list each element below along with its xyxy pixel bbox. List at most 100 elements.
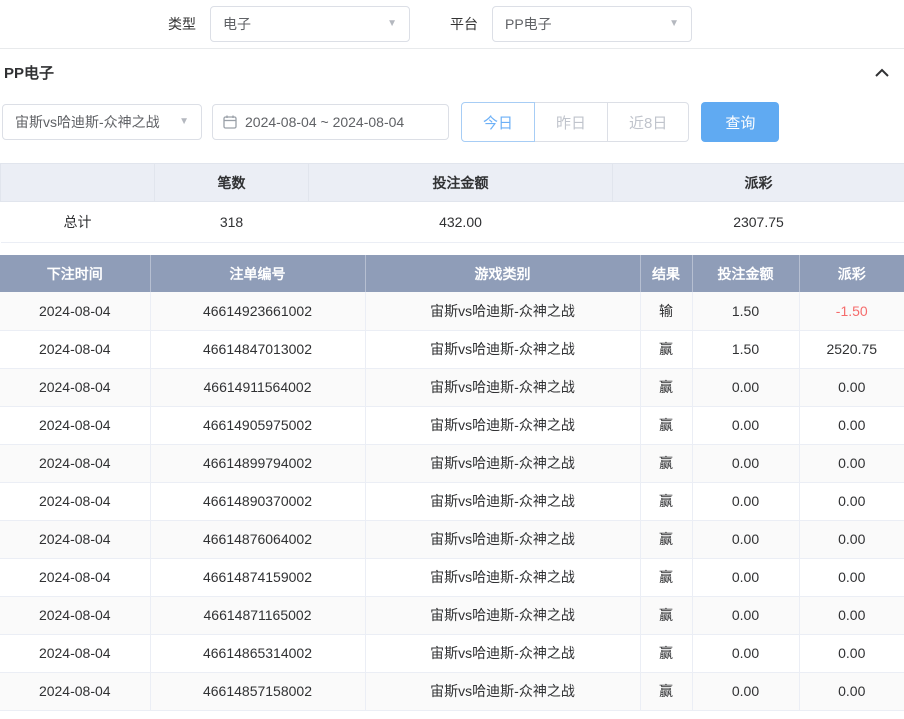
game-name-cell: 宙斯vs哈迪斯-众神之战 — [365, 330, 640, 368]
quick-date-buttons: 今日 昨日 近8日 — [461, 102, 689, 142]
result-cell: 赢 — [640, 520, 692, 558]
game-name-cell: 宙斯vs哈迪斯-众神之战 — [365, 672, 640, 710]
game-name-cell: 宙斯vs哈迪斯-众神之战 — [365, 406, 640, 444]
today-button[interactable]: 今日 — [461, 102, 535, 142]
top-filter-bar: 类型 电子 ▼ 平台 PP电子 ▼ — [0, 0, 904, 49]
date-range-picker[interactable]: 2024-08-04 ~ 2024-08-04 — [212, 104, 449, 140]
bet-time-cell: 2024-08-04 — [0, 634, 150, 672]
game-name-cell: 宙斯vs哈迪斯-众神之战 — [365, 634, 640, 672]
platform-field: 平台 PP电子 ▼ — [450, 6, 692, 42]
result-cell: 赢 — [640, 406, 692, 444]
bet-amount-cell: 0.00 — [692, 558, 799, 596]
header-bet-amount: 投注金额 — [692, 255, 799, 292]
bet-amount-cell: 0.00 — [692, 520, 799, 558]
bet-time-cell: 2024-08-04 — [0, 406, 150, 444]
platform-select[interactable]: PP电子 ▼ — [492, 6, 692, 42]
order-no-cell: 46614876064002 — [150, 520, 365, 558]
chevron-down-icon: ▼ — [387, 19, 397, 29]
summary-total-row: 总计 318 432.00 2307.75 — [1, 202, 904, 243]
bet-table-header-row: 下注时间 注单编号 游戏类别 结果 投注金额 派彩 — [0, 255, 904, 292]
summary-count-value: 318 — [155, 202, 309, 243]
summary-table: 笔数 投注金额 派彩 总计 318 432.00 2307.75 — [0, 163, 904, 243]
bet-table-body: 2024-08-0446614923661002宙斯vs哈迪斯-众神之战输1.5… — [0, 292, 904, 710]
order-no-cell: 46614847013002 — [150, 330, 365, 368]
chevron-up-icon — [874, 68, 890, 78]
result-cell: 赢 — [640, 672, 692, 710]
platform-select-value: PP电子 — [505, 14, 552, 34]
game-select[interactable]: 宙斯vs哈迪斯-众神之战 ▼ — [2, 104, 202, 140]
table-row: 2024-08-0446614899794002宙斯vs哈迪斯-众神之战赢0.0… — [0, 444, 904, 482]
game-name-cell: 宙斯vs哈迪斯-众神之战 — [365, 596, 640, 634]
bet-amount-cell: 0.00 — [692, 634, 799, 672]
last8days-button[interactable]: 近8日 — [607, 102, 689, 142]
bet-time-cell: 2024-08-04 — [0, 444, 150, 482]
bet-amount-cell: 1.50 — [692, 330, 799, 368]
result-cell: 赢 — [640, 482, 692, 520]
yesterday-button[interactable]: 昨日 — [534, 102, 608, 142]
payout-cell: 0.00 — [799, 406, 904, 444]
platform-label: 平台 — [450, 14, 478, 34]
payout-cell: 0.00 — [799, 520, 904, 558]
bet-amount-cell: 0.00 — [692, 482, 799, 520]
bet-amount-cell: 1.50 — [692, 292, 799, 330]
result-cell: 赢 — [640, 368, 692, 406]
date-range-value: 2024-08-04 ~ 2024-08-04 — [245, 114, 404, 130]
header-order-no: 注单编号 — [150, 255, 365, 292]
order-no-cell: 46614899794002 — [150, 444, 365, 482]
summary-header-row: 笔数 投注金额 派彩 — [1, 164, 904, 202]
summary-header-bet-amount: 投注金额 — [309, 164, 613, 202]
payout-cell: 0.00 — [799, 558, 904, 596]
payout-cell: -1.50 — [799, 292, 904, 330]
payout-cell: 0.00 — [799, 634, 904, 672]
section-title: PP电子 — [4, 62, 54, 83]
query-button[interactable]: 查询 — [701, 102, 779, 142]
table-row: 2024-08-0446614865314002宙斯vs哈迪斯-众神之战赢0.0… — [0, 634, 904, 672]
collapse-section-button[interactable] — [874, 68, 890, 78]
bet-time-cell: 2024-08-04 — [0, 672, 150, 710]
table-row: 2024-08-0446614890370002宙斯vs哈迪斯-众神之战赢0.0… — [0, 482, 904, 520]
table-row: 2024-08-0446614905975002宙斯vs哈迪斯-众神之战赢0.0… — [0, 406, 904, 444]
bet-amount-cell: 0.00 — [692, 368, 799, 406]
payout-cell: 0.00 — [799, 596, 904, 634]
order-no-cell: 46614871165002 — [150, 596, 365, 634]
table-row: 2024-08-0446614871165002宙斯vs哈迪斯-众神之战赢0.0… — [0, 596, 904, 634]
bet-amount-cell: 0.00 — [692, 596, 799, 634]
bet-time-cell: 2024-08-04 — [0, 596, 150, 634]
summary-header-count: 笔数 — [155, 164, 309, 202]
bet-time-cell: 2024-08-04 — [0, 330, 150, 368]
table-row: 2024-08-0446614923661002宙斯vs哈迪斯-众神之战输1.5… — [0, 292, 904, 330]
table-row: 2024-08-0446614874159002宙斯vs哈迪斯-众神之战赢0.0… — [0, 558, 904, 596]
game-name-cell: 宙斯vs哈迪斯-众神之战 — [365, 368, 640, 406]
section-header: PP电子 — [0, 49, 904, 96]
payout-cell: 0.00 — [799, 444, 904, 482]
type-label: 类型 — [168, 14, 196, 34]
summary-bet-amount-value: 432.00 — [309, 202, 613, 243]
chevron-down-icon: ▼ — [179, 117, 189, 127]
summary-payout-value: 2307.75 — [613, 202, 904, 243]
bet-amount-cell: 0.00 — [692, 444, 799, 482]
type-field: 类型 电子 ▼ — [168, 6, 410, 42]
payout-cell: 0.00 — [799, 482, 904, 520]
result-cell: 赢 — [640, 330, 692, 368]
bet-time-cell: 2024-08-04 — [0, 292, 150, 330]
game-name-cell: 宙斯vs哈迪斯-众神之战 — [365, 292, 640, 330]
table-row: 2024-08-0446614847013002宙斯vs哈迪斯-众神之战赢1.5… — [0, 330, 904, 368]
payout-cell: 2520.75 — [799, 330, 904, 368]
order-no-cell: 46614857158002 — [150, 672, 365, 710]
bet-records-table: 下注时间 注单编号 游戏类别 结果 投注金额 派彩 2024-08-044661… — [0, 255, 904, 711]
bet-amount-cell: 0.00 — [692, 406, 799, 444]
bet-time-cell: 2024-08-04 — [0, 520, 150, 558]
result-cell: 赢 — [640, 596, 692, 634]
game-name-cell: 宙斯vs哈迪斯-众神之战 — [365, 482, 640, 520]
header-bet-time: 下注时间 — [0, 255, 150, 292]
type-select[interactable]: 电子 ▼ — [210, 6, 410, 42]
order-no-cell: 46614890370002 — [150, 482, 365, 520]
calendar-icon — [223, 115, 237, 129]
summary-header-empty — [1, 164, 155, 202]
chevron-down-icon: ▼ — [669, 19, 679, 29]
filter-bar: 宙斯vs哈迪斯-众神之战 ▼ 2024-08-04 ~ 2024-08-04 今… — [0, 96, 904, 152]
header-game-category: 游戏类别 — [365, 255, 640, 292]
result-cell: 赢 — [640, 634, 692, 672]
summary-total-label: 总计 — [1, 202, 155, 243]
summary-header-payout: 派彩 — [613, 164, 904, 202]
